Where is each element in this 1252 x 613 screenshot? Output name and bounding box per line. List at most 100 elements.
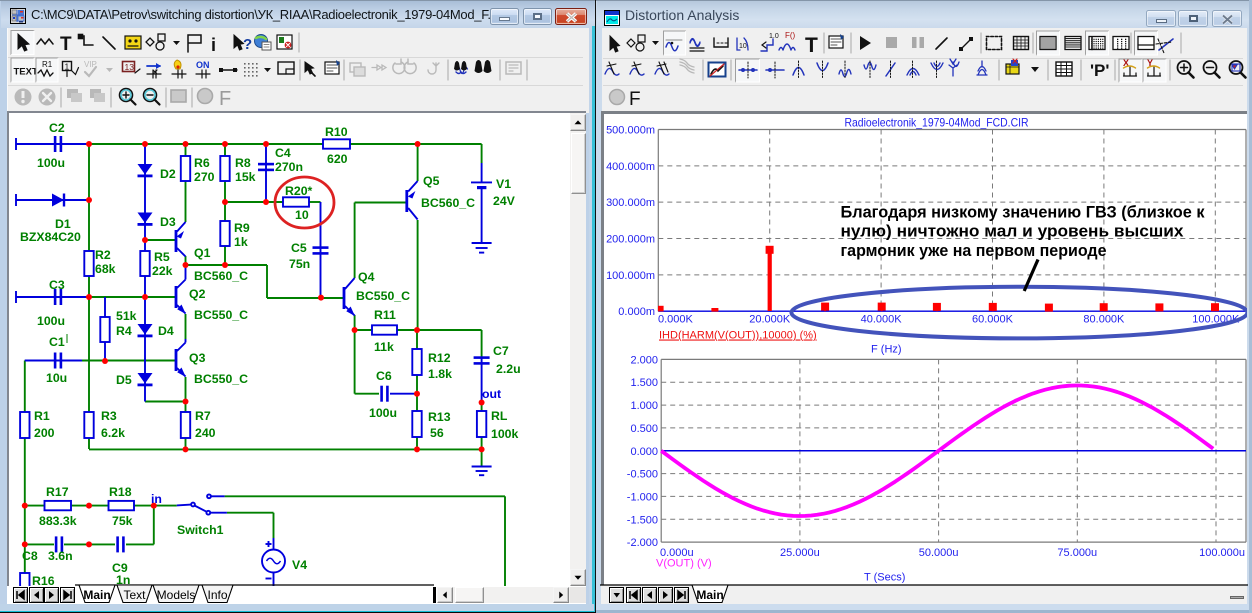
svg-text:20.000K: 20.000K (749, 314, 791, 326)
svg-text:Text: Text (123, 588, 146, 602)
svg-text:Благодаря низкому значению ГВЗ: Благодаря низкому значению ГВЗ (близкое … (841, 203, 1206, 221)
svg-text:200: 200 (34, 426, 55, 440)
svg-text:883.3k: 883.3k (39, 514, 77, 528)
svg-text:C6: C6 (376, 369, 392, 383)
svg-text:F (Hz): F (Hz) (871, 344, 902, 356)
svg-text:300.000m: 300.000m (606, 197, 655, 209)
svg-text:270: 270 (194, 170, 215, 184)
svg-text:620: 620 (327, 152, 348, 166)
svg-text:R13: R13 (428, 410, 451, 424)
svg-text:51k: 51k (116, 309, 137, 323)
svg-text:1.000: 1.000 (630, 400, 658, 412)
svg-text:100u: 100u (37, 314, 65, 328)
svg-text:2.000: 2.000 (630, 354, 658, 366)
svg-text:BC550_C: BC550_C (194, 372, 248, 386)
svg-text:-1.500: -1.500 (627, 514, 658, 526)
svg-text:200.000m: 200.000m (606, 234, 655, 246)
svg-text:75.000u: 75.000u (1057, 547, 1097, 559)
svg-text:22k: 22k (152, 264, 173, 278)
svg-text:Info: Info (207, 588, 227, 602)
svg-text:C1: C1 (49, 335, 65, 349)
svg-text:100u: 100u (369, 406, 397, 420)
svg-text:C7: C7 (493, 344, 509, 358)
svg-text:BC550_C: BC550_C (194, 308, 248, 322)
svg-text:D4: D4 (158, 324, 174, 338)
svg-text:V4: V4 (292, 558, 307, 572)
svg-text:Q5: Q5 (423, 174, 440, 188)
svg-text:0.000K: 0.000K (658, 314, 694, 326)
svg-text:D3: D3 (160, 215, 176, 229)
svg-text:56: 56 (430, 426, 444, 440)
svg-text:R11: R11 (374, 308, 396, 322)
svg-text:11k: 11k (374, 340, 394, 354)
svg-text:Q3: Q3 (189, 351, 206, 365)
svg-text:гармоник уже на первом периоде: гармоник уже на первом периоде (841, 242, 1107, 260)
svg-text:0.000: 0.000 (630, 446, 658, 458)
svg-text:-0.500: -0.500 (627, 469, 658, 481)
svg-text:2.2u: 2.2u (496, 362, 521, 376)
svg-text:Q1: Q1 (194, 246, 211, 260)
svg-text:75k: 75k (112, 514, 133, 528)
svg-text:1.500: 1.500 (630, 377, 658, 389)
svg-text:100k: 100k (491, 427, 519, 441)
svg-text:15k: 15k (235, 170, 256, 184)
svg-text:T: T (805, 34, 818, 57)
svg-text:BC550_C: BC550_C (356, 289, 410, 303)
svg-text:1k: 1k (234, 235, 248, 249)
svg-text:400.000m: 400.000m (606, 161, 655, 173)
svg-text:нулю) ничтожно мал и уровень в: нулю) ничтожно мал и уровень высших (841, 223, 1185, 241)
svg-text:24V: 24V (493, 194, 516, 208)
svg-text:V1: V1 (496, 177, 511, 191)
svg-text:-2.000: -2.000 (627, 537, 658, 549)
svg-text:R4: R4 (116, 324, 132, 338)
svg-text:F: F (629, 89, 641, 110)
svg-text:1.0: 1.0 (769, 33, 779, 40)
svg-text:BC560_C: BC560_C (421, 196, 475, 210)
svg-text:R20*: R20* (285, 184, 313, 198)
svg-text:R9: R9 (234, 221, 250, 235)
svg-text:BC560_C: BC560_C (194, 269, 248, 283)
svg-text:Main: Main (83, 588, 110, 602)
svg-text:1.8k: 1.8k (428, 367, 452, 381)
svg-text:D1: D1 (55, 217, 71, 231)
svg-text:Models: Models (157, 588, 196, 602)
svg-text:R18: R18 (109, 485, 132, 499)
svg-text:C4: C4 (275, 146, 291, 160)
svg-text:R10: R10 (325, 125, 348, 139)
svg-text:-1.000: -1.000 (627, 491, 658, 503)
svg-text:60.000K: 60.000K (972, 314, 1014, 326)
svg-text:T (Secs): T (Secs) (864, 572, 905, 584)
svg-text:3.6n: 3.6n (48, 549, 73, 563)
svg-text:RL: RL (491, 409, 508, 423)
svg-text:'P': 'P' (1090, 61, 1109, 80)
svg-text:10: 10 (739, 43, 747, 50)
svg-text:Radioelectronik_1979-04Mod_FCD: Radioelectronik_1979-04Mod_FCD.CIR (845, 116, 1029, 130)
svg-text:100.000u: 100.000u (1199, 547, 1245, 559)
svg-text:Main: Main (696, 588, 723, 602)
svg-text:68k: 68k (95, 262, 116, 276)
svg-text:C2: C2 (49, 121, 65, 135)
svg-text:500.000m: 500.000m (606, 125, 655, 137)
svg-text:0.000m: 0.000m (618, 306, 655, 318)
svg-text:50.000u: 50.000u (919, 547, 959, 559)
svg-text:F(): F() (785, 31, 796, 40)
svg-text:D5: D5 (116, 373, 132, 387)
svg-text:Q4: Q4 (358, 270, 375, 284)
svg-text:R5: R5 (154, 250, 170, 264)
svg-text:R17: R17 (46, 485, 69, 499)
svg-text:C3: C3 (49, 278, 65, 292)
svg-text:100u: 100u (37, 156, 65, 170)
svg-text:100.000m: 100.000m (606, 270, 655, 282)
svg-text:75n: 75n (289, 257, 310, 271)
svg-text:Q2: Q2 (189, 287, 206, 301)
svg-text:80.000K: 80.000K (1083, 314, 1125, 326)
svg-text:6.2k: 6.2k (101, 426, 125, 440)
svg-text:R2: R2 (95, 248, 111, 262)
svg-text:Switch1: Switch1 (177, 523, 224, 537)
svg-text:10: 10 (295, 208, 309, 222)
svg-text:R6: R6 (194, 156, 210, 170)
svg-text:R3: R3 (101, 409, 117, 423)
svg-text:10u: 10u (46, 371, 67, 385)
svg-text:270n: 270n (275, 160, 303, 174)
svg-text:C5: C5 (291, 241, 307, 255)
